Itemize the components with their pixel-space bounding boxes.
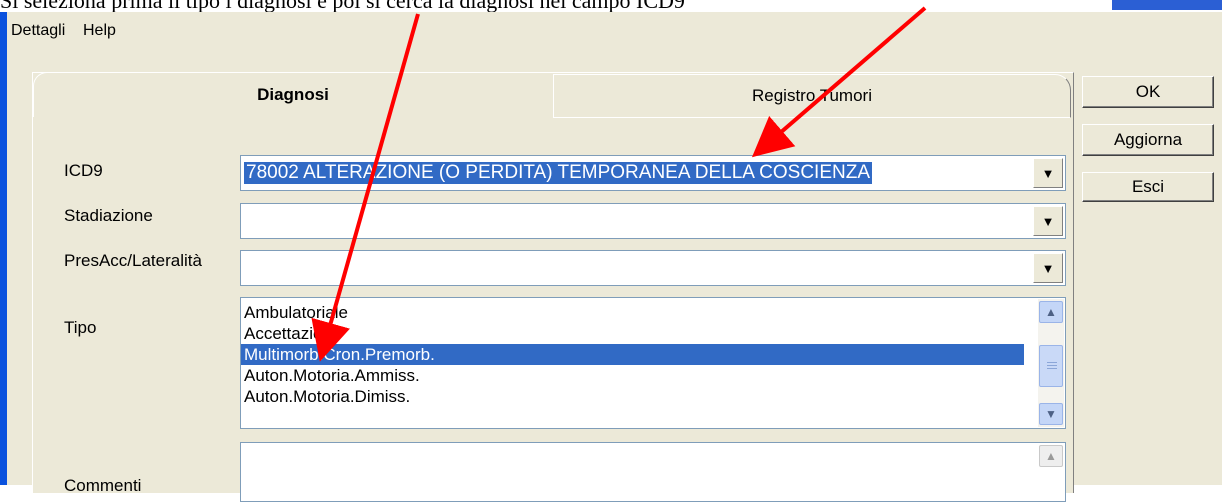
presacc-label: PresAcc/Lateralità: [64, 251, 202, 270]
stadiazione-combobox[interactable]: ▼: [240, 203, 1066, 239]
chevron-down-icon[interactable]: ▼: [1033, 206, 1063, 236]
icd9-combobox[interactable]: 78002 ALTERAZIONE (O PERDITA) TEMPORANEA…: [240, 155, 1066, 191]
title-bar-fragment: [1112, 0, 1222, 10]
tab-diagnosi-label: Diagnosi: [257, 85, 329, 104]
list-item-selected[interactable]: Multimorb.Cron.Premorb.: [241, 344, 1024, 365]
menu-help[interactable]: Help: [83, 22, 116, 40]
tipo-listbox[interactable]: Ambulatoriale Accettazione Multimorb.Cro…: [240, 297, 1066, 429]
icd9-value: 78002 ALTERAZIONE (O PERDITA) TEMPORANEA…: [244, 162, 873, 184]
presacc-combobox[interactable]: ▼: [240, 250, 1066, 286]
aggiorna-button[interactable]: Aggiorna: [1082, 124, 1214, 156]
commenti-label: Commenti: [64, 476, 142, 495]
chevron-down-icon[interactable]: ▼: [1033, 158, 1063, 188]
list-item[interactable]: Auton.Motoria.Dimiss.: [241, 386, 1024, 407]
list-item[interactable]: Ambulatoriale: [241, 302, 1024, 323]
commenti-textarea[interactable]: ▲: [240, 442, 1066, 502]
chevron-down-icon[interactable]: ▼: [1033, 253, 1063, 283]
scroll-up-icon[interactable]: ▲: [1039, 301, 1063, 323]
list-item[interactable]: Accettazione: [241, 323, 1024, 344]
ok-button[interactable]: OK: [1082, 76, 1214, 108]
scroll-down-icon[interactable]: ▼: [1039, 403, 1063, 425]
window-frame-left: [0, 12, 7, 485]
tab-diagnosi[interactable]: Diagnosi: [33, 72, 552, 117]
tab-registro-tumori[interactable]: Registro Tumori: [553, 74, 1071, 118]
list-item[interactable]: Auton.Motoria.Ammiss.: [241, 365, 1024, 386]
tipo-scrollbar[interactable]: ▲ ▼: [1038, 299, 1064, 427]
stadiazione-label: Stadiazione: [64, 206, 153, 225]
tipo-label: Tipo: [64, 318, 97, 337]
scroll-up-icon[interactable]: ▲: [1039, 445, 1063, 467]
icd9-label: ICD9: [64, 161, 103, 180]
menu-bar: Dettagli Help: [7, 14, 1222, 44]
tab-registro-tumori-label: Registro Tumori: [752, 86, 872, 105]
menu-dettagli[interactable]: Dettagli: [11, 22, 65, 40]
instruction-caption: Si seleziona prima il tipo i diagnosi e …: [0, 0, 1222, 12]
esci-button[interactable]: Esci: [1082, 172, 1214, 202]
scroll-thumb[interactable]: [1039, 345, 1063, 387]
